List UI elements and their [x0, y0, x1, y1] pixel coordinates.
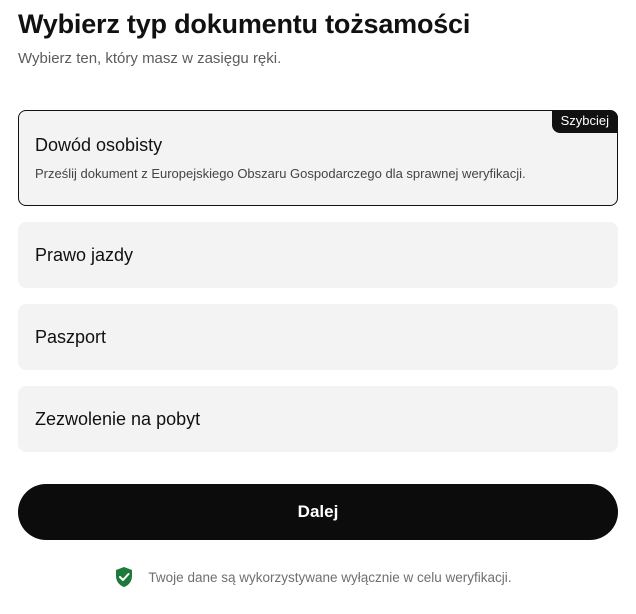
privacy-notice: Twoje dane są wykorzystywane wyłącznie w… — [0, 565, 636, 589]
page-subtitle: Wybierz ten, który masz w zasięgu ręki. — [18, 50, 282, 67]
next-button[interactable]: Dalej — [18, 484, 618, 540]
faster-badge: Szybciej — [551, 110, 618, 133]
option-passport[interactable]: Paszport — [18, 304, 618, 370]
privacy-notice-text: Twoje dane są wykorzystywane wyłącznie w… — [148, 569, 512, 585]
option-passport-label: Paszport — [35, 327, 107, 347]
page-title: Wybierz typ dokumentu tożsamości — [18, 9, 471, 39]
option-id-card-label: Dowód osobisty — [35, 135, 163, 155]
shield-check-icon — [116, 567, 133, 587]
option-driving-license-label: Prawo jazdy — [35, 245, 134, 265]
option-residence-permit[interactable]: Zezwolenie na pobyt — [18, 386, 618, 452]
option-id-card[interactable]: Dowód osobisty Prześlij dokument z Europ… — [18, 110, 618, 206]
option-id-card-description: Prześlij dokument z Europejskiego Obszar… — [35, 166, 526, 181]
option-driving-license[interactable]: Prawo jazdy — [18, 222, 618, 288]
option-residence-permit-label: Zezwolenie na pobyt — [35, 409, 201, 429]
